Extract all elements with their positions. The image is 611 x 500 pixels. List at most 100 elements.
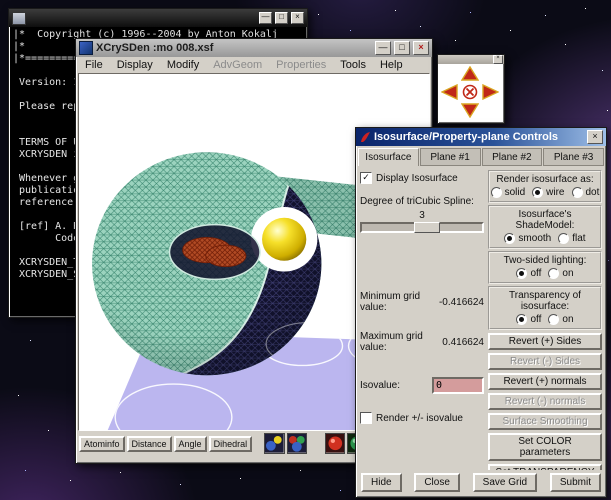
rotation-pad <box>438 64 504 120</box>
min-grid-row: Minimum grid value: -0.416624 <box>360 291 484 313</box>
revert-plus-sides-button[interactable]: Revert (+) Sides <box>488 333 602 350</box>
xcrysden-app-icon <box>79 41 93 55</box>
twosided-lighting-group: Two-sided lighting: off on <box>488 251 602 284</box>
terminal-titlebar[interactable]: — □ × <box>9 9 307 27</box>
terminal-maximize-button[interactable]: □ <box>275 12 288 24</box>
render-pm-label: Render +/- isovalue <box>376 412 463 424</box>
menu-tools[interactable]: Tools <box>333 58 373 72</box>
radio-selected-icon <box>516 314 528 325</box>
reset-center-button[interactable] <box>461 84 479 100</box>
rotate-left-button[interactable] <box>441 84 459 100</box>
molecule-display-icon[interactable] <box>263 433 285 454</box>
min-grid-value: -0.416624 <box>438 296 484 308</box>
submit-button[interactable]: Submit <box>549 472 601 492</box>
menu-file[interactable]: File <box>78 58 110 72</box>
isovalue-label: Isovalue: <box>360 380 401 391</box>
tab-isosurface[interactable]: Isosurface <box>358 148 419 166</box>
xcrysden-close-button[interactable]: × <box>413 41 429 55</box>
radio-solid[interactable]: solid <box>490 187 526 198</box>
radio-selected-icon <box>532 187 544 198</box>
dihedral-button[interactable]: Dihedral <box>208 435 253 452</box>
menu-help[interactable]: Help <box>373 58 410 72</box>
isovalue-input[interactable] <box>432 377 484 394</box>
iso-titlebar[interactable]: Isosurface/Property-plane Controls × <box>356 128 606 146</box>
render-pm-checkbox[interactable]: Render +/- isovalue <box>360 412 484 424</box>
ball-red-icon[interactable] <box>324 433 346 454</box>
xcrysden-titlebar[interactable]: XCrySDen :mo 008.xsf — □ × <box>76 39 432 57</box>
radio-wire[interactable]: wire <box>532 187 565 198</box>
radio-dot[interactable]: dot <box>571 187 600 198</box>
render-as-label: Render isosurface as: <box>496 174 594 185</box>
xcrysden-maximize-button[interactable]: □ <box>394 41 410 55</box>
min-grid-label: Minimum grid value: <box>360 291 421 313</box>
display-isosurface-checkbox[interactable]: ✓ Display Isosurface <box>360 172 484 184</box>
tk-logo-icon <box>361 132 370 142</box>
slider-handle[interactable] <box>414 222 440 233</box>
menu-display[interactable]: Display <box>110 58 160 72</box>
radio-dot-label: dot <box>585 187 600 198</box>
angle-button[interactable]: Angle <box>173 435 207 452</box>
rotation-pad-window: × <box>437 54 505 124</box>
menu-properties: Properties <box>276 59 327 71</box>
xcrysden-minimize-button[interactable]: — <box>375 41 391 55</box>
set-color-parameters-button[interactable]: Set COLOR parameters <box>488 433 602 461</box>
save-grid-button[interactable]: Save Grid <box>472 472 538 492</box>
tab-plane-3[interactable]: Plane #3 <box>543 148 604 166</box>
rotate-right-button[interactable] <box>481 84 499 100</box>
menu-modify[interactable]: Modify <box>160 58 206 72</box>
iso-right-column: Render isosurface as: solid wire dot Iso… <box>488 170 602 470</box>
radio-icon <box>571 187 583 198</box>
radio-lighting-off[interactable]: off <box>516 268 541 279</box>
terminal-icon <box>12 11 26 25</box>
revert-plus-normals-button[interactable]: Revert (+) normals <box>488 373 602 390</box>
surface-smoothing-button: Surface Smoothing <box>488 413 602 430</box>
iso-panel: ✓ Display Isosurface Degree of triCubic … <box>356 166 606 470</box>
iso-tabs: Isosurface Plane #1 Plane #2 Plane #3 <box>356 146 606 166</box>
terminal-close-button[interactable]: × <box>291 12 304 24</box>
tab-plane-2[interactable]: Plane #2 <box>481 148 543 166</box>
radio-transparency-off[interactable]: off <box>516 314 541 325</box>
radio-transparency-on-label: on <box>562 314 574 325</box>
display-isosurface-label: Display Isosurface <box>376 172 458 184</box>
distance-button[interactable]: Distance <box>126 435 172 452</box>
revert-minus-sides-button: Revert (-) Sides <box>488 353 602 370</box>
radio-selected-icon <box>516 268 528 279</box>
tab-plane-1[interactable]: Plane #1 <box>419 148 481 166</box>
radio-transparency-on[interactable]: on <box>548 314 574 325</box>
hide-button[interactable]: Hide <box>361 472 402 492</box>
twosided-lighting-label: Two-sided lighting: <box>503 255 587 266</box>
radio-icon <box>558 233 570 244</box>
checkbox-checked-icon: ✓ <box>360 172 372 184</box>
rotate-up-button[interactable] <box>461 66 479 82</box>
spline-degree-slider[interactable] <box>360 222 484 233</box>
xcrysden-menubar: File Display Modify AdvGeom Properties T… <box>76 57 432 73</box>
rotation-pad-close-button[interactable]: × <box>493 55 503 64</box>
radio-selected-icon <box>504 233 516 244</box>
radio-icon <box>548 268 560 279</box>
atominfo-button[interactable]: Atominfo <box>79 435 125 452</box>
revert-minus-normals-button: Revert (-) normals <box>488 393 602 410</box>
rotation-pad-titlebar[interactable]: × <box>438 55 504 64</box>
shademodel-group: Isosurface's ShadeModel: smooth flat <box>488 205 602 249</box>
yellow-atom <box>262 217 307 261</box>
rotate-down-button[interactable] <box>461 102 479 118</box>
iso-left-column: ✓ Display Isosurface Degree of triCubic … <box>360 170 484 466</box>
terminal-minimize-button[interactable]: — <box>259 12 272 24</box>
desktop-stars <box>0 0 1 1</box>
iso-close-button[interactable]: × <box>587 130 603 144</box>
radio-transparency-off-label: off <box>530 314 542 325</box>
max-grid-value: 0.416624 <box>442 336 484 348</box>
isosurface-controls-window: Isosurface/Property-plane Controls × Iso… <box>355 127 607 498</box>
transparency-label: Transparency of isosurface: <box>509 290 581 312</box>
spacefill-display-icon[interactable] <box>286 433 308 454</box>
radio-flat[interactable]: flat <box>558 233 586 244</box>
red-isosurface-blob <box>168 223 261 281</box>
close-button[interactable]: Close <box>414 472 460 492</box>
radio-icon <box>490 187 502 198</box>
radio-lighting-on[interactable]: on <box>548 268 574 279</box>
radio-smooth[interactable]: smooth <box>504 233 551 244</box>
isovalue-row: Isovalue: <box>360 377 484 394</box>
radio-solid-label: solid <box>504 187 526 198</box>
transparency-group: Transparency of isosurface: off on <box>488 286 602 330</box>
radio-smooth-label: smooth <box>518 233 552 244</box>
